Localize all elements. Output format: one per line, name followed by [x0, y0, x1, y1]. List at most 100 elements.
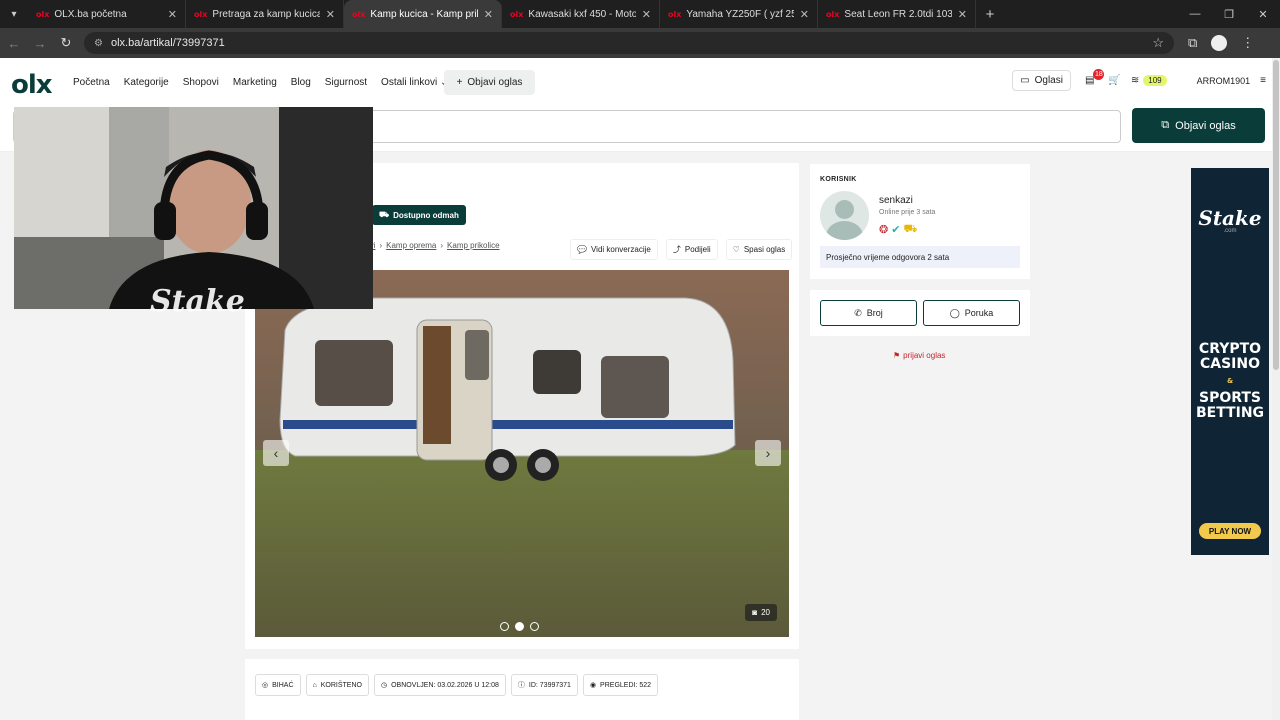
close-tab-icon[interactable]: ✕: [168, 8, 177, 21]
hamburger-menu-icon[interactable]: ≡: [1260, 75, 1266, 86]
truck-icon: ⛟: [379, 210, 390, 219]
listing-photo[interactable]: ‹ › ◙ 20: [255, 270, 789, 637]
plus-icon: +: [456, 77, 463, 88]
coins-button[interactable]: ≋ 109: [1131, 75, 1167, 86]
seller-name[interactable]: senkazi: [879, 195, 913, 206]
back-arrow-icon[interactable]: ←: [2, 31, 26, 55]
spasi-oglas-button[interactable]: ♡ Spasi oglas: [725, 239, 793, 260]
id-chip: ⓘ ID: 73997371: [510, 674, 578, 696]
browser-tab[interactable]: olx Seat Leon FR 2.0tdi 103kw - Au ✕: [818, 0, 976, 28]
close-tab-icon[interactable]: ✕: [642, 8, 651, 21]
location-pin-icon: ◎: [262, 682, 269, 689]
location-chip: ◎ BIHAĆ: [255, 674, 301, 696]
nav-kategorije[interactable]: Kategorije: [124, 77, 169, 88]
konverzacije-label: Vidi konverzacije: [590, 245, 651, 254]
renewed-value: OBNOVLJEN: 03.02.2026 U 12:08: [391, 681, 499, 689]
caravan-photo-svg: [255, 270, 789, 637]
message-icon: ◯: [949, 307, 960, 318]
listing-meta-card: ◎ BIHAĆ ⌂ KORIŠTENO ◷ OBNOVLJEN: 03.02.2026…: [245, 659, 799, 720]
seller-online-status: Online prije 3 sata: [879, 209, 936, 216]
response-time-box: Prosječno vrijeme odgovora 2 sata: [820, 246, 1020, 268]
browser-tab[interactable]: olx Pretraga za kamp kucica ✕: [186, 0, 344, 28]
photo-dot-active[interactable]: [515, 622, 524, 631]
photo-pagination: [500, 622, 539, 631]
breadcrumb-item[interactable]: Kamp oprema: [386, 241, 436, 250]
profile-avatar-icon[interactable]: [1211, 35, 1228, 51]
tab-title: Kawasaki kxf 450 - Motocikli - O: [528, 8, 636, 20]
poruka-button[interactable]: ◯ Poruka: [923, 300, 1020, 326]
browser-tab[interactable]: olx OLX.ba početna ✕: [28, 0, 186, 28]
vidi-konverzacije-button[interactable]: 💬 Vidi konverzacije: [570, 239, 658, 260]
heart-icon: ♡: [732, 245, 740, 254]
seller-avatar[interactable]: [820, 191, 869, 240]
messages-button[interactable]: ▤ 18: [1081, 69, 1105, 86]
browser-menu-icon[interactable]: ⋮: [1241, 35, 1254, 51]
bookmark-star-icon[interactable]: ☆: [1152, 35, 1164, 51]
delivery-badge-icon: ⛟: [903, 223, 918, 235]
chat-bubble-icon: 💬: [577, 245, 587, 254]
cart-icon[interactable]: 🛒: [1108, 75, 1120, 86]
camera-icon: ◙: [752, 608, 758, 617]
podijeli-button[interactable]: ⤴ Podijeli: [665, 239, 718, 260]
stake-ad-banner[interactable]: Stake .com CRYPTO CASINO & SPORTS BETTIN…: [1191, 168, 1269, 555]
page-scrollbar-thumb[interactable]: [1273, 60, 1279, 370]
clock-icon: ◷: [380, 682, 388, 689]
olx-logo[interactable]: olx: [11, 70, 53, 100]
olx-favicon-icon: olx: [36, 9, 50, 19]
flag-icon: ⚑: [893, 351, 901, 360]
nav-pocetna[interactable]: Početna: [73, 77, 110, 88]
nav-shopovi[interactable]: Shopovi: [183, 77, 219, 88]
renewed-chip: ◷ OBNOVLJEN: 03.02.2026 U 12:08: [373, 674, 506, 696]
new-tab-plus-icon[interactable]: +: [976, 6, 1004, 23]
tab-title: Yamaha YZ250F ( yzf 250 yz 25: [686, 8, 793, 20]
seller-badges: ❂ ✔ ⛟: [879, 223, 917, 237]
broj-label: Broj: [866, 308, 883, 318]
site-info-icon[interactable]: ⚙: [94, 38, 103, 49]
nav-marketing[interactable]: Marketing: [233, 77, 277, 88]
breadcrumb-item[interactable]: Kamp prikolice: [447, 241, 499, 250]
forward-arrow-icon[interactable]: →: [28, 31, 52, 55]
close-tab-icon[interactable]: ✕: [800, 8, 809, 21]
olx-favicon-icon: olx: [668, 9, 682, 19]
tab-title: Kamp kucica - Kamp prikolice: [370, 8, 477, 20]
photo-prev-arrow-icon[interactable]: ‹: [263, 440, 289, 466]
close-tab-icon[interactable]: ✕: [958, 8, 967, 21]
toolbar-right: ⧉ ⋮: [1188, 35, 1254, 51]
ad-logo: Stake: [1198, 206, 1262, 230]
photo-dot[interactable]: [500, 622, 509, 631]
prijavi-oglas-link[interactable]: ⚑ prijavi oglas: [893, 351, 945, 360]
browser-tab-active[interactable]: olx Kamp kucica - Kamp prikolice ✕: [344, 0, 502, 28]
minimize-icon[interactable]: —: [1178, 0, 1212, 28]
photo-dot[interactable]: [530, 622, 539, 631]
tab-list-chevron-icon[interactable]: ▾: [0, 0, 28, 28]
availability-label: Dostupno odmah: [393, 210, 459, 220]
browser-tab[interactable]: olx Yamaha YZ250F ( yzf 250 yz 25 ✕: [660, 0, 818, 28]
oglasi-button[interactable]: ▭ Oglasi: [1012, 70, 1071, 91]
address-bar[interactable]: ⚙ olx.ba/artikal/73997371 ☆: [84, 32, 1174, 54]
browser-toolbar: ← → ↻ ⚙ olx.ba/artikal/73997371 ☆ ⧉ ⋮: [0, 28, 1280, 58]
seller-label: KORISNIK: [820, 176, 857, 183]
ad-line1: CRYPTO: [1198, 341, 1262, 357]
extensions-puzzle-icon[interactable]: ⧉: [1188, 35, 1197, 51]
photo-next-arrow-icon[interactable]: ›: [755, 440, 781, 466]
header-right: ▭ Oglasi ▤ 18 🛒 ≋ 109 ARROM1901 ≡: [1012, 69, 1266, 91]
ad-headline: CRYPTO CASINO & SPORTS BETTING: [1191, 342, 1269, 421]
nav-sigurnost[interactable]: Sigurnost: [325, 77, 367, 88]
nav-ostali-linkovi[interactable]: Ostali linkovi ⌄: [381, 77, 448, 88]
award-badge-icon: ❂: [879, 224, 889, 236]
objavi-oglas-top-button[interactable]: + Objavi oglas: [444, 70, 535, 95]
username[interactable]: ARROM1901: [1197, 76, 1251, 86]
objavi-oglas-button[interactable]: ⧉ Objavi oglas: [1132, 108, 1265, 143]
ad-play-now-button[interactable]: PLAY NOW: [1199, 523, 1261, 539]
spasi-label: Spasi oglas: [743, 245, 786, 254]
breadcrumb-separator: ›: [379, 241, 383, 250]
close-tab-icon[interactable]: ✕: [484, 8, 493, 21]
nav-blog[interactable]: Blog: [291, 77, 311, 88]
restore-icon[interactable]: ❐: [1212, 0, 1246, 28]
close-tab-icon[interactable]: ✕: [326, 8, 335, 21]
broj-button[interactable]: ✆ Broj: [820, 300, 917, 326]
browser-tab[interactable]: olx Kawasaki kxf 450 - Motocikli - O ✕: [502, 0, 660, 28]
close-window-icon[interactable]: ✕: [1246, 0, 1280, 28]
add-listing-icon: ⧉: [1161, 119, 1170, 131]
reload-icon[interactable]: ↻: [54, 31, 78, 55]
